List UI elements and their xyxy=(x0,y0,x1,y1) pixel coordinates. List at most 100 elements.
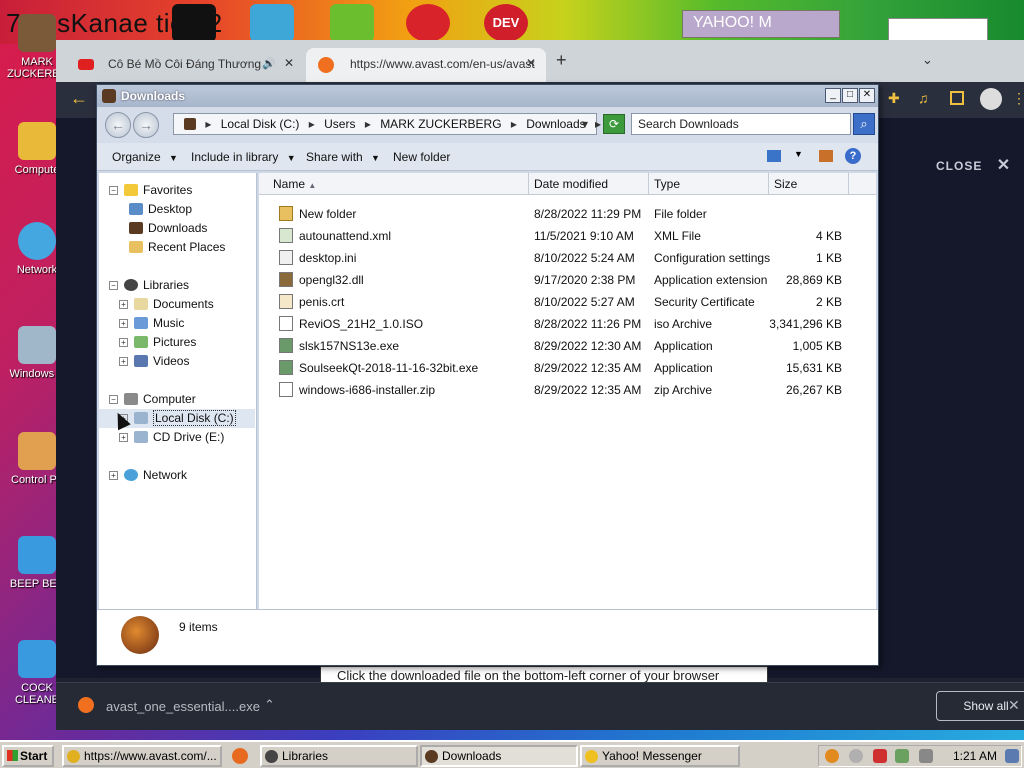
search-icon[interactable] xyxy=(825,749,839,763)
yahoo-window[interactable]: YAHOO! M xyxy=(682,10,840,38)
tree-desktop[interactable]: Desktop xyxy=(129,202,192,216)
column-type[interactable]: Type xyxy=(654,177,680,191)
app-icon[interactable] xyxy=(250,4,294,42)
tree-local-disk[interactable]: + Local Disk (C:) xyxy=(119,410,236,426)
tree-computer[interactable]: − Computer xyxy=(109,392,196,406)
file-row[interactable]: New folder 8/28/2022 11:29 PM File folde… xyxy=(259,203,876,225)
file-row[interactable]: ReviOS_21H2_1.0.ISO 8/28/2022 11:26 PM i… xyxy=(259,313,876,335)
tree-documents[interactable]: + Documents xyxy=(119,297,214,311)
file-row[interactable]: slsk157NS13e.exe 8/29/2022 12:30 AM Appl… xyxy=(259,335,876,357)
share-with-button[interactable]: Share with ▼ xyxy=(306,150,380,164)
firefox-icon[interactable] xyxy=(232,748,248,764)
tree-music[interactable]: + Music xyxy=(119,316,184,330)
taskbar-item-chrome[interactable]: https://www.avast.com/... xyxy=(62,745,222,767)
tray-app-icon[interactable] xyxy=(849,749,863,763)
expand-icon[interactable]: + xyxy=(119,433,128,442)
breadcrumb-user[interactable]: MARK ZUCKERBERG xyxy=(380,117,501,131)
audio-icon[interactable]: 🔊 xyxy=(262,57,276,70)
file-row[interactable]: opengl32.dll 9/17/2020 2:38 PM Applicati… xyxy=(259,269,876,291)
file-row[interactable]: desktop.ini 8/10/2022 5:24 AM Configurat… xyxy=(259,247,876,269)
preview-pane-icon[interactable] xyxy=(819,150,833,162)
chevron-down-icon[interactable]: ▼ xyxy=(794,149,803,159)
dev-icon[interactable]: DEV xyxy=(484,4,528,42)
tree-recent-places[interactable]: Recent Places xyxy=(129,240,225,254)
view-icon[interactable] xyxy=(767,150,781,162)
pig-icon[interactable] xyxy=(330,4,374,42)
search-input[interactable]: Search Downloads xyxy=(631,113,851,135)
maximize-button[interactable]: □ xyxy=(842,88,858,103)
close-icon[interactable]: ✕ xyxy=(1008,697,1020,714)
collapse-icon[interactable]: − xyxy=(109,281,118,290)
close-tab-icon[interactable]: ✕ xyxy=(526,56,536,70)
address-bar[interactable]: ▸ Local Disk (C:) ▸ Users ▸ MARK ZUCKERB… xyxy=(173,113,601,135)
breadcrumb-downloads[interactable]: Downloads xyxy=(526,117,585,131)
breadcrumb-users[interactable]: Users xyxy=(324,117,355,131)
network-tray-icon[interactable] xyxy=(895,749,909,763)
column-divider[interactable] xyxy=(768,173,769,195)
volume-icon[interactable] xyxy=(919,749,933,763)
expand-icon[interactable]: + xyxy=(119,357,128,366)
media-icon[interactable]: ♫ xyxy=(918,90,929,106)
back-arrow-icon[interactable]: ← xyxy=(70,88,88,109)
profile-avatar[interactable] xyxy=(980,88,1002,110)
chevron-down-icon[interactable]: ▾ xyxy=(582,117,588,131)
column-divider[interactable] xyxy=(648,173,649,195)
help-icon[interactable]: ? xyxy=(845,148,861,164)
expand-icon[interactable]: + xyxy=(119,338,128,347)
tree-favorites[interactable]: − Favorites xyxy=(109,183,192,197)
breadcrumb-local-disk[interactable]: Local Disk (C:) xyxy=(221,117,300,131)
file-type: File folder xyxy=(654,207,707,221)
tree-libraries[interactable]: − Libraries xyxy=(109,278,189,292)
expand-icon[interactable]: + xyxy=(119,300,128,309)
include-in-library-button[interactable]: Include in library ▼ xyxy=(191,150,296,164)
file-row[interactable]: windows-i686-installer.zip 8/29/2022 12:… xyxy=(259,379,876,401)
libraries-icon xyxy=(124,279,138,291)
close-tab-icon[interactable]: ✕ xyxy=(284,56,294,70)
cmd-icon[interactable] xyxy=(172,4,216,42)
organize-button[interactable]: Organize ▼ xyxy=(112,150,178,164)
column-size[interactable]: Size xyxy=(774,177,797,191)
clock[interactable]: 1:21 AM xyxy=(953,749,997,763)
download-item[interactable]: avast_one_essential....exe xyxy=(106,699,260,714)
column-date-modified[interactable]: Date modified xyxy=(534,177,608,191)
file-row[interactable]: SoulseekQt-2018-11-16-32bit.exe 8/29/202… xyxy=(259,357,876,379)
show-desktop-icon[interactable] xyxy=(1005,749,1019,763)
taskbar-item-libraries[interactable]: Libraries xyxy=(260,745,418,767)
explorer-title-bar[interactable]: Downloads _ □ ✕ xyxy=(97,85,878,107)
expand-icon[interactable]: + xyxy=(109,471,118,480)
collapse-icon[interactable]: − xyxy=(109,395,118,404)
browser-tab-avast[interactable]: https://www.avast.com/en-us/avast xyxy=(306,48,546,82)
menu-icon[interactable]: ⋮ xyxy=(1012,90,1024,107)
tree-cd-drive[interactable]: + CD Drive (E:) xyxy=(119,430,224,444)
column-divider[interactable] xyxy=(848,173,849,195)
file-row[interactable]: penis.crt 8/10/2022 5:27 AM Security Cer… xyxy=(259,291,876,313)
new-tab-icon[interactable]: + xyxy=(556,50,567,71)
chevron-up-icon[interactable]: ⌃ xyxy=(264,697,275,713)
iso-file-icon xyxy=(279,316,293,331)
security-icon[interactable] xyxy=(873,749,887,763)
expand-icon[interactable]: + xyxy=(119,319,128,328)
extensions-icon[interactable]: ✚ xyxy=(888,90,900,107)
column-name[interactable]: Name ▲ xyxy=(273,177,316,191)
chevron-down-icon[interactable]: ⌄ xyxy=(922,52,933,68)
tree-network[interactable]: + Network xyxy=(109,468,187,482)
minimize-button[interactable]: _ xyxy=(825,88,841,103)
taskbar-item-yahoo[interactable]: Yahoo! Messenger xyxy=(580,745,740,767)
search-icon[interactable]: ⌕ xyxy=(853,113,875,135)
column-divider[interactable] xyxy=(528,173,529,195)
refresh-button[interactable]: ⟳ xyxy=(603,114,625,134)
tree-downloads[interactable]: Downloads xyxy=(129,221,207,235)
taskbar-item-downloads[interactable]: Downloads xyxy=(420,745,578,767)
close-button[interactable]: CLOSE ✕ xyxy=(936,155,1011,175)
back-button[interactable]: ← xyxy=(105,112,131,138)
p-logo-icon[interactable] xyxy=(406,4,450,42)
start-button[interactable]: Start xyxy=(2,745,54,767)
close-window-button[interactable]: ✕ xyxy=(859,88,875,103)
tree-pictures[interactable]: + Pictures xyxy=(119,335,196,349)
collapse-icon[interactable]: − xyxy=(109,186,118,195)
new-folder-button[interactable]: New folder xyxy=(393,150,450,164)
tree-videos[interactable]: + Videos xyxy=(119,354,189,368)
file-row[interactable]: autounattend.xml 11/5/2021 9:10 AM XML F… xyxy=(259,225,876,247)
forward-button[interactable]: → xyxy=(133,112,159,138)
sidebar-icon[interactable] xyxy=(950,91,964,105)
